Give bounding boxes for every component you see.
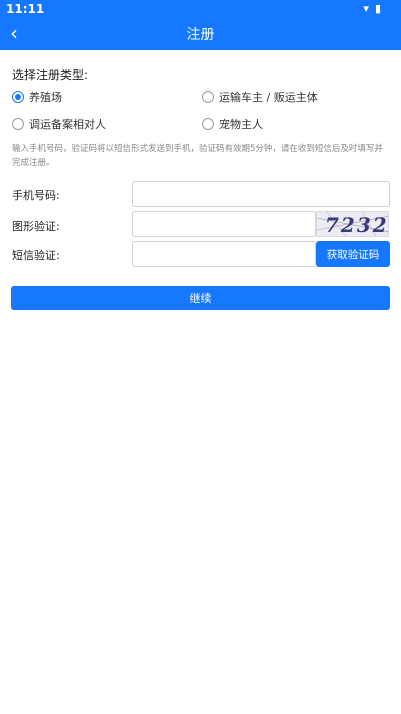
wifi-icon: ▾ <box>363 2 369 15</box>
captcha-label: 图形验证: <box>12 220 60 233</box>
radio-icon <box>12 118 24 130</box>
captcha-text: 7232 <box>325 213 389 237</box>
captcha-input[interactable] <box>132 211 316 237</box>
status-icons: ▾ ▮ <box>357 2 381 15</box>
continue-button[interactable]: 继续 <box>11 286 390 310</box>
radio-icon <box>12 91 24 103</box>
radio-transport-owner[interactable]: 运输车主 / 贩运主体 <box>202 89 318 105</box>
sms-hint: 输入手机号码，验证码将以短信形式发送到手机，验证码有效期5分钟，请在收到短信后及… <box>12 144 383 168</box>
register-type-title: 选择注册类型: <box>12 68 89 82</box>
status-bar: 11:11 ▾ ▮ <box>0 0 401 18</box>
phone-label: 手机号码: <box>12 189 60 202</box>
captcha-image[interactable]: 7232 <box>316 211 389 237</box>
app-header: 11:11 ▾ ▮ ‹ 注册 <box>0 0 401 50</box>
radio-label: 养殖场 <box>29 91 62 104</box>
status-time: 11:11 <box>6 2 45 16</box>
phone-input[interactable] <box>132 181 390 207</box>
radio-label: 调运备案相对人 <box>29 118 106 131</box>
page-title: 注册 <box>186 27 215 43</box>
radio-label: 运输车主 / 贩运主体 <box>219 91 318 104</box>
radio-pet-owner[interactable]: 宠物主人 <box>202 116 263 132</box>
radio-icon <box>202 91 214 103</box>
radio-transfer-record[interactable]: 调运备案相对人 <box>12 116 106 132</box>
radio-icon <box>202 118 214 130</box>
battery-icon: ▮ <box>374 2 381 15</box>
radio-label: 宠物主人 <box>219 118 263 131</box>
get-code-button[interactable]: 获取验证码 <box>316 241 390 267</box>
radio-farm[interactable]: 养殖场 <box>12 89 62 105</box>
sms-label: 短信验证: <box>12 249 60 262</box>
sms-code-input[interactable] <box>132 241 316 267</box>
